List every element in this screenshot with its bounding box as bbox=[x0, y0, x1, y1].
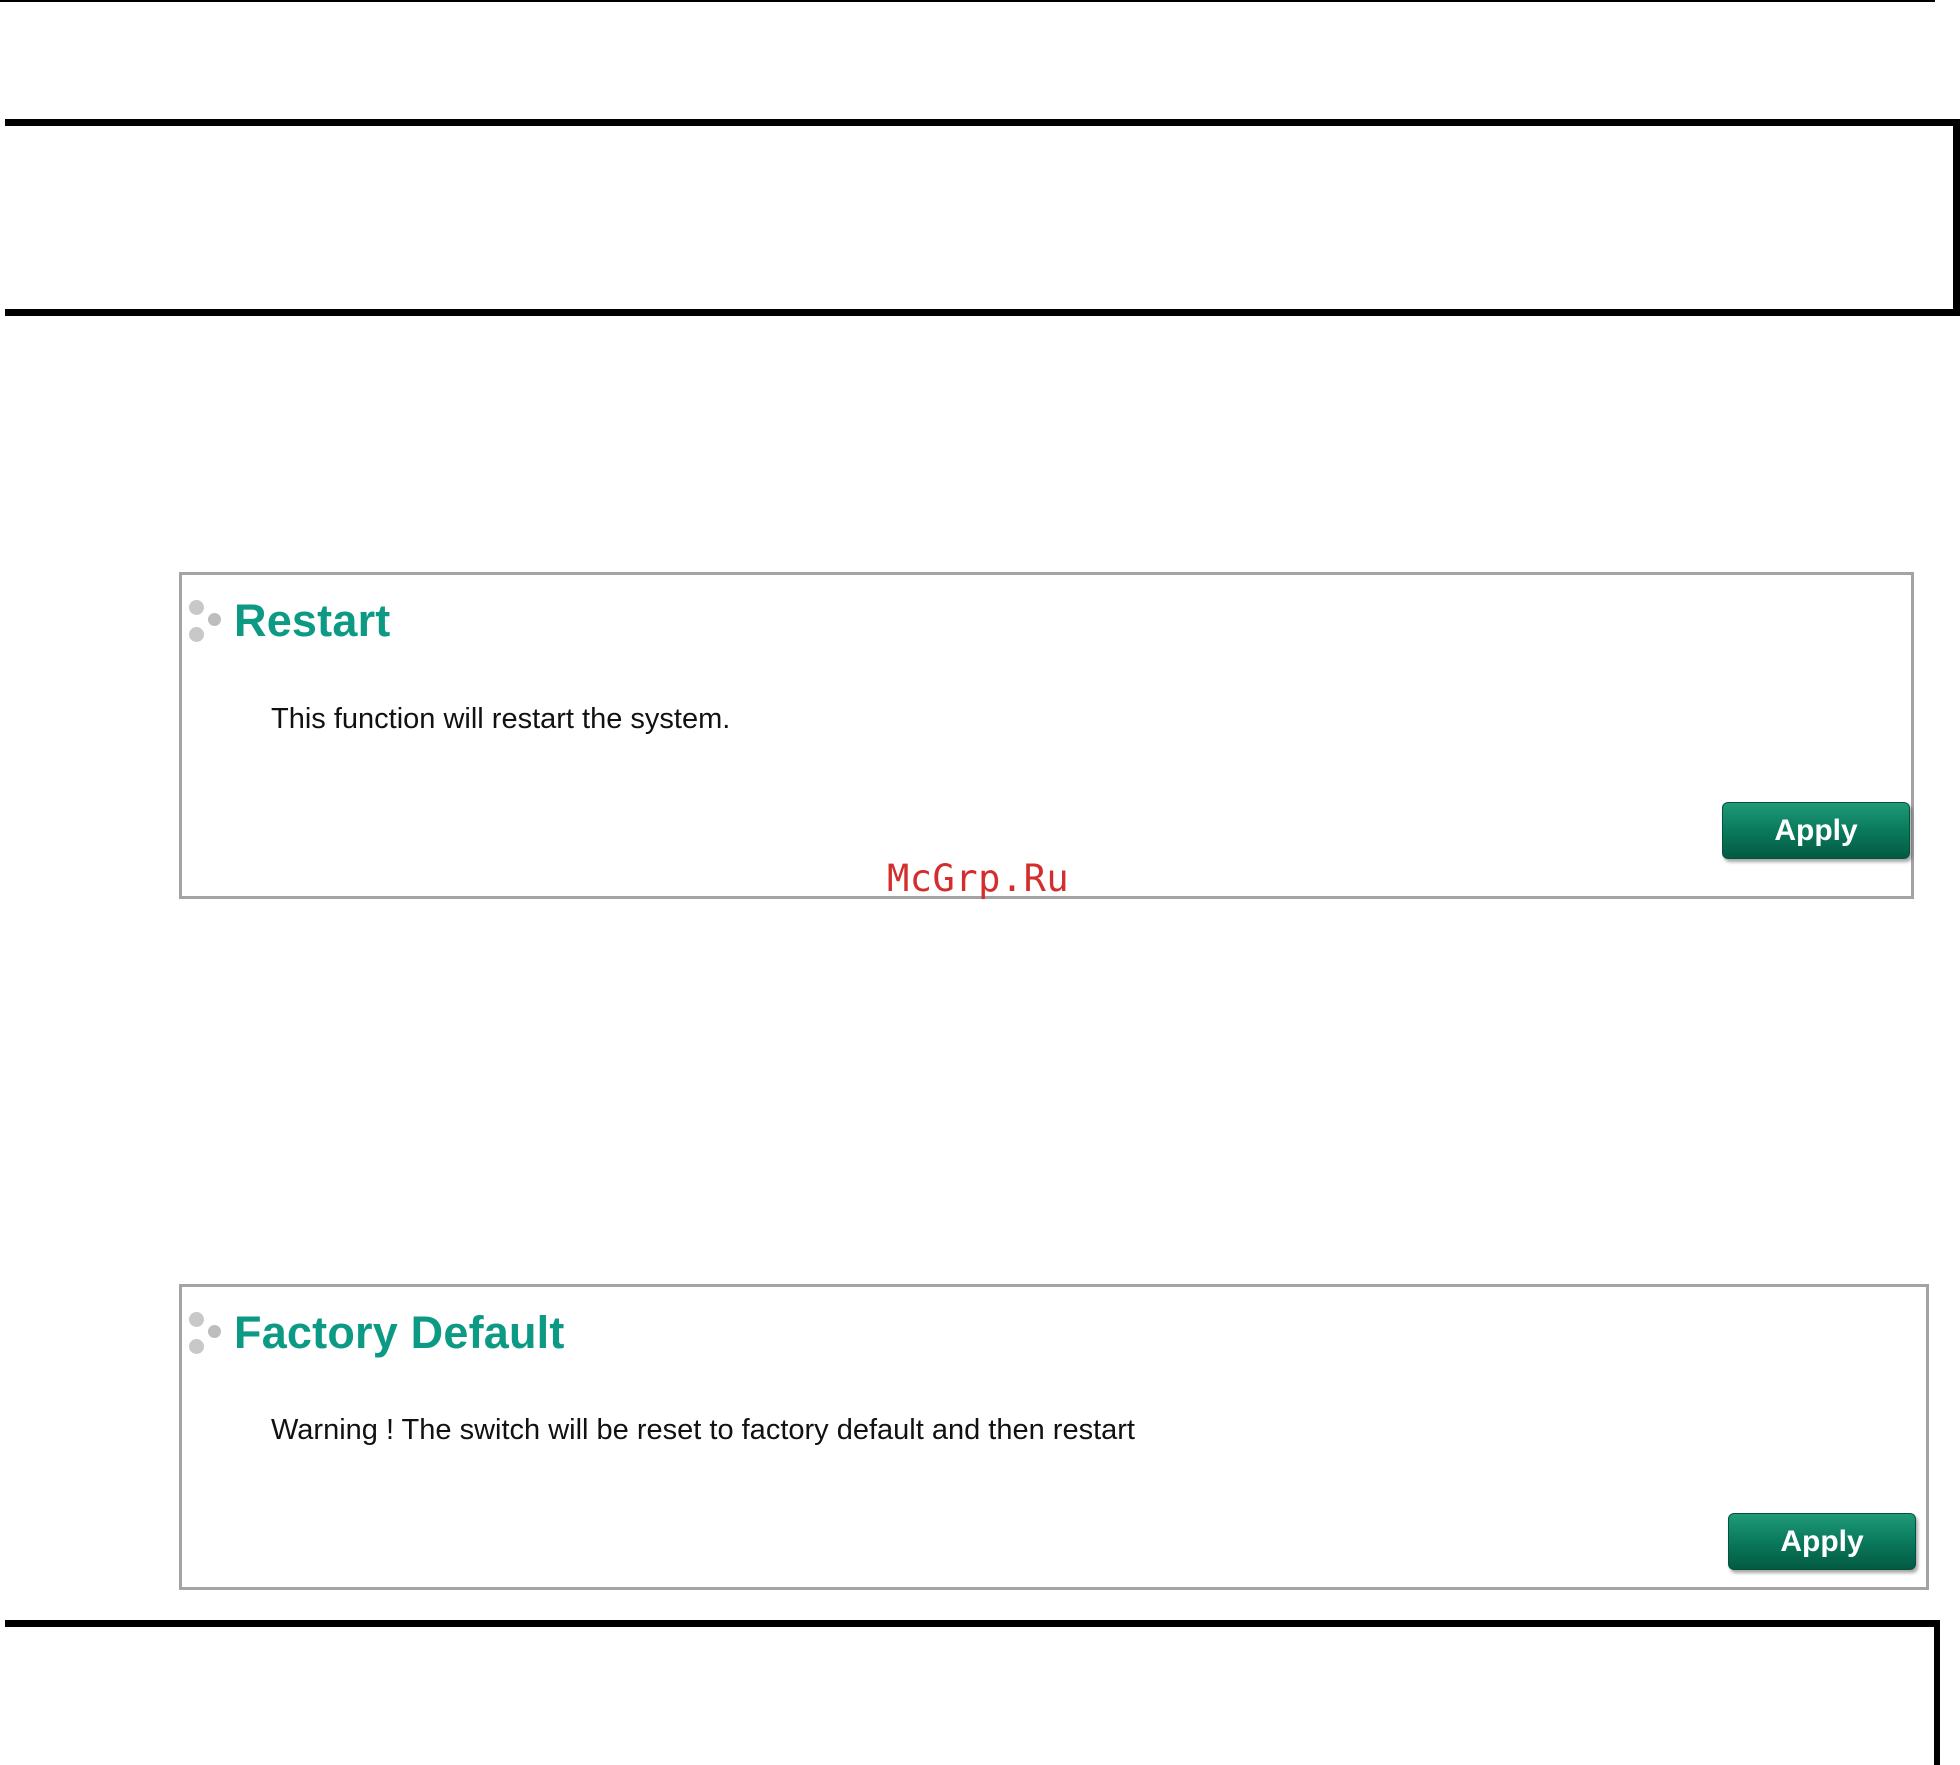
factory-default-apply-button[interactable]: Apply bbox=[1728, 1513, 1916, 1570]
factory-default-header: Factory Default bbox=[186, 1305, 565, 1361]
restart-title: Restart bbox=[234, 595, 391, 646]
bullet-dots-icon bbox=[186, 597, 226, 645]
upper-frame-box bbox=[5, 119, 1960, 316]
factory-default-title: Factory Default bbox=[234, 1307, 565, 1358]
restart-apply-button[interactable]: Apply bbox=[1722, 802, 1910, 859]
top-rule bbox=[0, 0, 1935, 2]
watermark: McGrp.Ru bbox=[887, 857, 1070, 900]
factory-default-panel: Factory Default Warning ! The switch wil… bbox=[179, 1284, 1929, 1590]
restart-header: Restart bbox=[186, 593, 390, 649]
restart-panel: Restart This function will restart the s… bbox=[179, 572, 1914, 899]
restart-description: This function will restart the system. bbox=[271, 703, 731, 735]
lower-frame-box bbox=[5, 1620, 1940, 1765]
bullet-dots-icon bbox=[186, 1309, 226, 1357]
factory-default-warning: Warning ! The switch will be reset to fa… bbox=[271, 1414, 1135, 1446]
